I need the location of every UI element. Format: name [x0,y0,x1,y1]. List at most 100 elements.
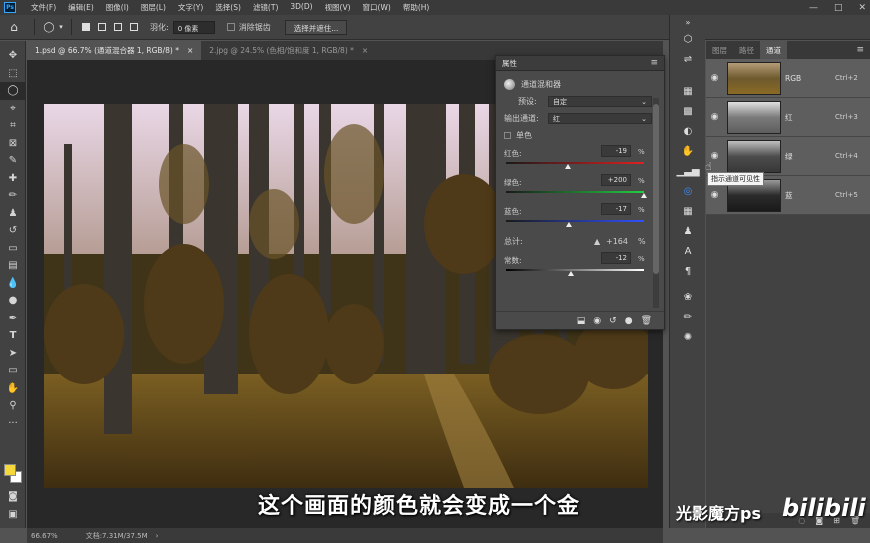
select-and-mask-button[interactable]: 选择并遮住... [284,19,348,35]
pen-tool-icon[interactable]: ✒ [0,310,26,328]
slider-value-input[interactable]: +200 [601,174,631,186]
blur-tool-icon[interactable]: 💧 [0,275,26,293]
frame-tool-icon[interactable]: ⊠ [0,135,26,153]
dodge-tool-icon[interactable]: ● [0,292,26,310]
slider-track[interactable] [506,220,644,222]
panel-menu-icon[interactable]: ≡ [850,41,870,59]
channel-row[interactable]: ◉ 红 Ctrl+3 [706,98,870,137]
foreground-color-swatch[interactable] [4,464,16,476]
chevron-down-icon[interactable]: ▾ [57,19,65,35]
menu-item[interactable]: 编辑(E) [62,2,100,13]
grid-icon[interactable]: ▩ [670,101,706,121]
document-size[interactable]: 文档:7.31M/37.5M [86,531,148,541]
preset-dropdown[interactable]: 自定 ⌄ [548,96,652,107]
tab-document-1[interactable]: 1.psd @ 66.7% (通道混合器 1, RGB/8) * × [27,41,202,60]
maximize-icon[interactable]: □ [834,3,843,13]
zoom-level[interactable]: 66.67% [31,532,58,540]
visibility-eye-icon[interactable]: ◉ [708,190,721,200]
feather-input[interactable]: 0 像素 [172,20,215,34]
properties-scrollbar[interactable] [653,98,659,308]
brush-preset-icon[interactable]: ✋ [670,141,706,161]
slider-track[interactable] [506,191,644,193]
tab-panel[interactable]: 图层 [706,41,733,59]
character-icon[interactable]: A [670,241,706,261]
table-icon[interactable]: ▦ [670,201,706,221]
slider-track[interactable] [506,269,644,271]
type-tool-icon[interactable]: T [0,327,26,345]
color-icon[interactable]: ◐ [670,121,706,141]
visibility-icon[interactable]: ● [625,316,633,326]
menu-item[interactable]: 图层(L) [135,2,172,13]
slider-value-input[interactable]: -17 [601,203,631,215]
brush-tool-icon[interactable]: ✏ [0,187,26,205]
stamp-tool-icon[interactable]: ♟ [0,205,26,223]
lasso-tool-icon[interactable]: ◯ [41,19,57,35]
more-tools-icon[interactable]: ··· [0,415,26,433]
collapse-icon[interactable]: » [670,15,706,29]
adjustments-icon[interactable]: ◎ [670,181,706,201]
clip-to-layer-icon[interactable]: ⬓ [577,316,586,326]
new-selection-icon[interactable] [78,19,94,35]
stamp-icon[interactable]: ♟ [670,221,706,241]
monochrome-checkbox[interactable] [504,132,511,139]
sparkle-icon[interactable]: ✺ [670,327,706,347]
screen-mode-icon[interactable]: ▣ [0,506,26,524]
brush-settings-icon[interactable]: ✏ [670,307,706,327]
channel-row[interactable]: ◉ RGB Ctrl+2 [706,59,870,98]
history-brush-icon[interactable]: ↺ [0,222,26,240]
visibility-eye-icon[interactable]: ◉ [708,73,721,83]
eyedropper-tool-icon[interactable]: ✎ [0,152,26,170]
menu-item[interactable]: 图像(I) [100,2,135,13]
hand-tool-icon[interactable]: ✋ [0,380,26,398]
quick-select-tool-icon[interactable]: ⌖ [0,100,26,118]
3d-cube-icon[interactable]: ⬡ [670,29,706,49]
view-previous-icon[interactable]: ◉ [593,316,601,326]
eraser-tool-icon[interactable]: ▭ [0,240,26,258]
close-icon[interactable]: × [187,46,193,55]
zoom-tool-icon[interactable]: ⚲ [0,397,26,415]
close-icon[interactable]: ✕ [858,3,866,13]
delete-icon[interactable]: 🗑 [641,316,652,326]
visibility-eye-icon[interactable]: ◉ [708,112,721,122]
gradient-tool-icon[interactable]: ▤ [0,257,26,275]
path-select-tool-icon[interactable]: ➤ [0,345,26,363]
slider-value-input[interactable]: -12 [601,252,631,264]
menu-item[interactable]: 滤镜(T) [247,2,284,13]
lasso-tool-icon[interactable]: ◯ [0,82,26,100]
quick-mask-icon[interactable]: ◙ [0,488,26,506]
intersect-selection-icon[interactable] [126,19,142,35]
tab-panel[interactable]: 通道 [760,41,787,59]
slider-value-input[interactable]: -19 [601,145,631,157]
marquee-tool-icon[interactable]: ⬚ [0,65,26,83]
reset-icon[interactable]: ↺ [609,316,617,326]
tool-options-icon[interactable]: ▦ [670,81,706,101]
properties-header[interactable]: 属性 ≡ [496,56,664,71]
panel-menu-icon[interactable]: ≡ [650,58,658,68]
subtract-selection-icon[interactable] [110,19,126,35]
move-tool-icon[interactable]: ✥ [0,47,26,65]
output-channel-dropdown[interactable]: 红 ⌄ [548,113,652,124]
minimize-icon[interactable]: — [809,3,818,13]
paragraph-icon[interactable]: ¶ [670,261,706,281]
menu-item[interactable]: 文字(Y) [172,2,209,13]
slider-thumb[interactable] [567,271,574,276]
menu-item[interactable]: 帮助(H) [397,2,436,13]
close-icon[interactable]: × [362,46,368,55]
menu-item[interactable]: 窗口(W) [357,2,397,13]
home-icon[interactable]: ⌂ [0,15,28,40]
menu-item[interactable]: 视图(V) [319,2,357,13]
menu-item[interactable]: 3D(D) [284,2,318,13]
crop-tool-icon[interactable]: ⌗ [0,117,26,135]
tab-document-2[interactable]: 2.jpg @ 24.5% (色相/饱和度 1, RGB/8) * × [201,41,376,60]
histogram-icon[interactable]: ▁▃▅ [670,161,706,181]
slider-thumb[interactable] [641,193,647,198]
healing-brush-icon[interactable]: ✚ [0,170,26,188]
shape-tool-icon[interactable]: ▭ [0,362,26,380]
antialias-checkbox[interactable] [226,23,235,31]
menu-item[interactable]: 文件(F) [25,2,62,13]
chevron-right-icon[interactable]: › [156,532,159,540]
tab-panel[interactable]: 路径 [733,41,760,59]
glyphs-icon[interactable]: ❀ [670,287,706,307]
adjust-icon[interactable]: ⇌ [670,49,706,69]
menu-item[interactable]: 选择(S) [209,2,247,13]
